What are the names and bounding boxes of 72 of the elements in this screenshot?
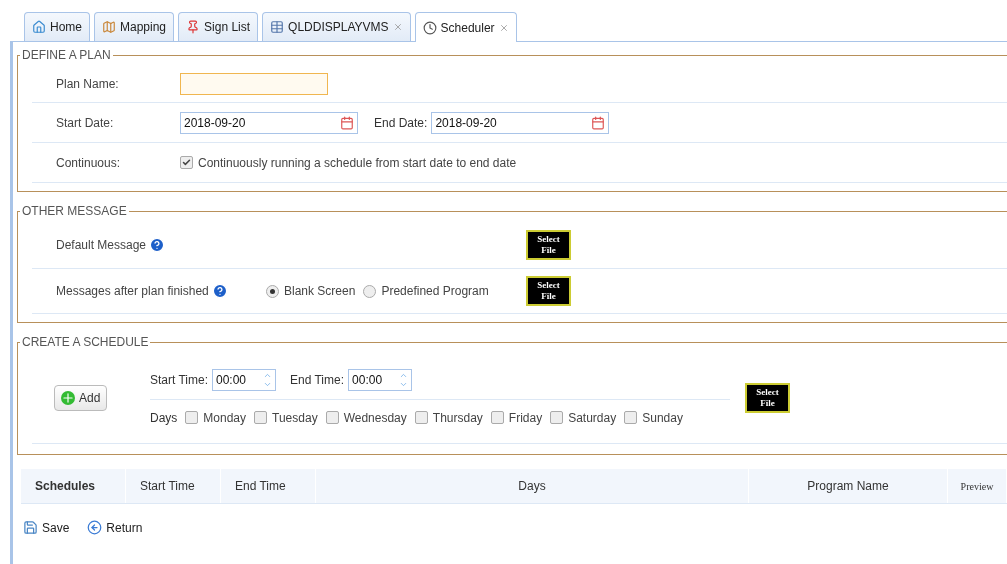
checkbox-label: Sunday (642, 410, 683, 425)
column-header: Program Name (749, 469, 948, 503)
checkbox[interactable] (254, 411, 268, 424)
field-label: Default Message (32, 237, 526, 253)
select-file-button[interactable]: Select File (526, 230, 571, 260)
add-button[interactable]: Add (54, 385, 108, 411)
section-title: OTHER MESSAGE (21, 204, 128, 218)
radio-label: Predefined Program (381, 284, 489, 298)
calendar-icon[interactable] (591, 115, 606, 130)
section-title: DEFINE A PLAN (21, 48, 112, 62)
field-label: Start Date: (55, 115, 115, 130)
radio-label: Blank Screen (284, 284, 356, 298)
select-file-button[interactable]: Select File (745, 383, 790, 413)
tab[interactable]: Sign List (178, 12, 259, 41)
close-icon[interactable] (498, 22, 509, 33)
end-date-field[interactable]: 2018-09-20 (431, 111, 610, 134)
field-label: Start Time: (150, 372, 208, 387)
checkbox[interactable] (490, 411, 504, 424)
start-time-field[interactable]: 00:00 (212, 368, 276, 391)
field-label: End Time: (290, 372, 345, 387)
table-icon (270, 20, 285, 34)
checkbox-label: Continuously running a schedule from start date to end date (198, 155, 517, 170)
checkbox[interactable] (624, 411, 638, 424)
plus-icon (61, 391, 75, 405)
close-icon[interactable] (392, 22, 403, 32)
section-title: CREATE A SCHEDULE (21, 335, 150, 349)
field-label: Days (150, 410, 178, 425)
home-icon (32, 20, 46, 34)
tab-label: Mapping (120, 20, 167, 34)
column-header: End Time (221, 469, 316, 503)
help-icon[interactable] (149, 237, 166, 253)
checkbox[interactable] (414, 411, 428, 424)
checkbox[interactable] (185, 411, 199, 424)
clock-icon (422, 20, 437, 35)
select-file-button[interactable]: Select File (526, 276, 571, 306)
tab[interactable]: Mapping (94, 12, 175, 41)
tab[interactable]: Home (24, 12, 90, 41)
start-date-field[interactable]: 2018-09-20 (180, 111, 358, 134)
column-header: Preview (948, 469, 1007, 503)
calendar-icon[interactable] (340, 115, 354, 130)
end-time-field[interactable]: 00:00 (348, 368, 413, 391)
checkbox[interactable] (180, 156, 193, 169)
radio-button[interactable] (266, 284, 279, 298)
checkbox-label: Friday (508, 410, 543, 425)
column-header: Start Time (126, 469, 221, 503)
tab[interactable]: QLDDISPLAYVMS (262, 12, 411, 41)
save-button[interactable]: Save (23, 520, 70, 535)
field-label: Plan Name: (55, 77, 120, 91)
map-icon (102, 20, 116, 34)
column-header: Schedules (21, 469, 126, 503)
save-icon (23, 520, 38, 535)
pin-icon (186, 20, 201, 34)
plan-name-field[interactable] (180, 73, 328, 95)
checkbox[interactable] (325, 411, 339, 424)
field-label: End Date: (374, 115, 428, 130)
checkbox-label: Thursday (432, 410, 483, 425)
checkbox-label: Tuesday (272, 410, 318, 425)
tab-label: Sign List (204, 20, 251, 34)
return-button[interactable]: Return (87, 520, 143, 535)
tab[interactable]: Scheduler (414, 12, 517, 42)
help-icon[interactable] (211, 283, 228, 299)
tab-label: QLDDISPLAYVMS (288, 20, 389, 34)
radio-button[interactable] (363, 284, 377, 298)
tab-label: Scheduler (440, 20, 495, 35)
checkbox-label: Wednesday (343, 410, 407, 425)
field-label: Messages after plan finished (32, 283, 266, 299)
checkbox-label: Monday (203, 410, 247, 425)
field-label: Continuous: (55, 155, 122, 170)
checkbox-label: Saturday (568, 410, 617, 425)
checkbox[interactable] (550, 411, 564, 424)
column-header: Days (316, 469, 749, 503)
tab-label: Home (50, 20, 82, 34)
